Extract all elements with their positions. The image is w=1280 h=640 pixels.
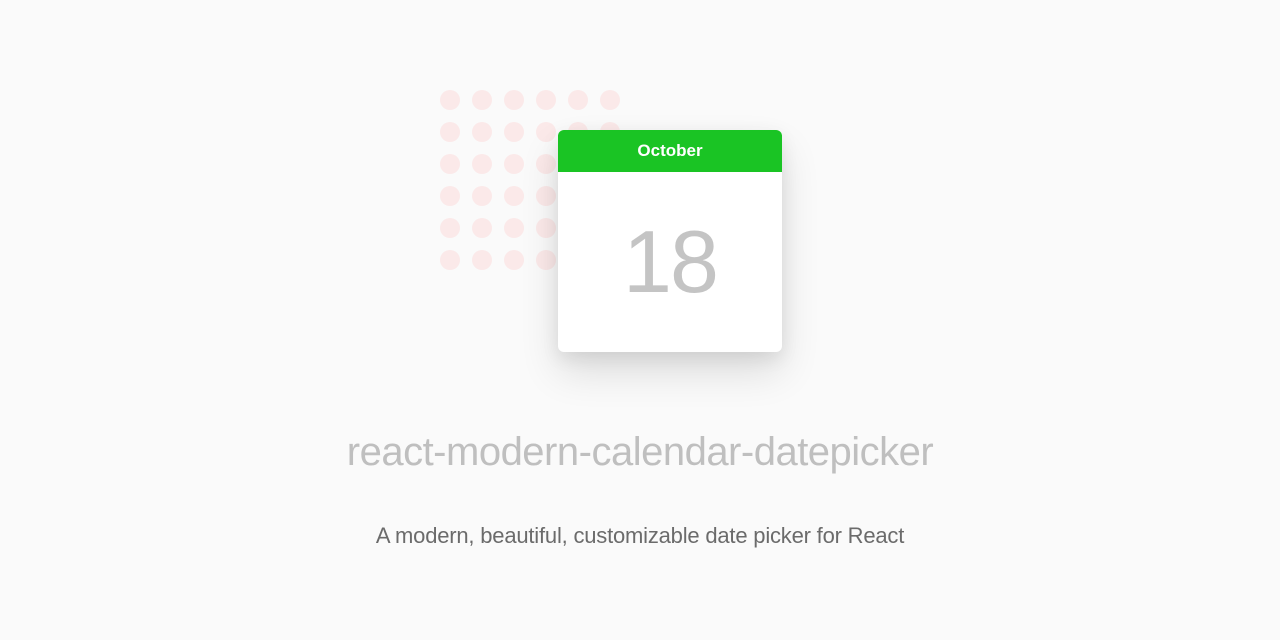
decorative-dot [504,122,524,142]
decorative-dot [600,90,620,110]
page-subtitle: A modern, beautiful, customizable date p… [376,523,904,549]
decorative-dot [472,90,492,110]
calendar-body: 18 [558,172,782,352]
decorative-dot [504,218,524,238]
decorative-dot [504,186,524,206]
decorative-dot [440,218,460,238]
calendar-month-label: October [637,141,702,161]
decorative-dot [472,250,492,270]
decorative-dot [568,90,588,110]
calendar-month-header: October [558,130,782,172]
hero-illustration: October 18 [440,90,840,370]
decorative-dot [536,218,556,238]
decorative-dot [440,250,460,270]
decorative-dot [472,218,492,238]
decorative-dot [472,122,492,142]
decorative-dot [536,90,556,110]
decorative-dot [440,154,460,174]
page-title: react-modern-calendar-datepicker [347,430,934,475]
calendar-day-number: 18 [623,211,717,313]
decorative-dot [504,154,524,174]
decorative-dot [472,186,492,206]
calendar-card: October 18 [558,130,782,352]
decorative-dot [536,250,556,270]
decorative-dot [504,90,524,110]
decorative-dot [440,186,460,206]
decorative-dot [536,186,556,206]
decorative-dot [440,90,460,110]
decorative-dot [440,122,460,142]
decorative-dot [536,154,556,174]
decorative-dot [504,250,524,270]
decorative-dot [472,154,492,174]
decorative-dot [536,122,556,142]
